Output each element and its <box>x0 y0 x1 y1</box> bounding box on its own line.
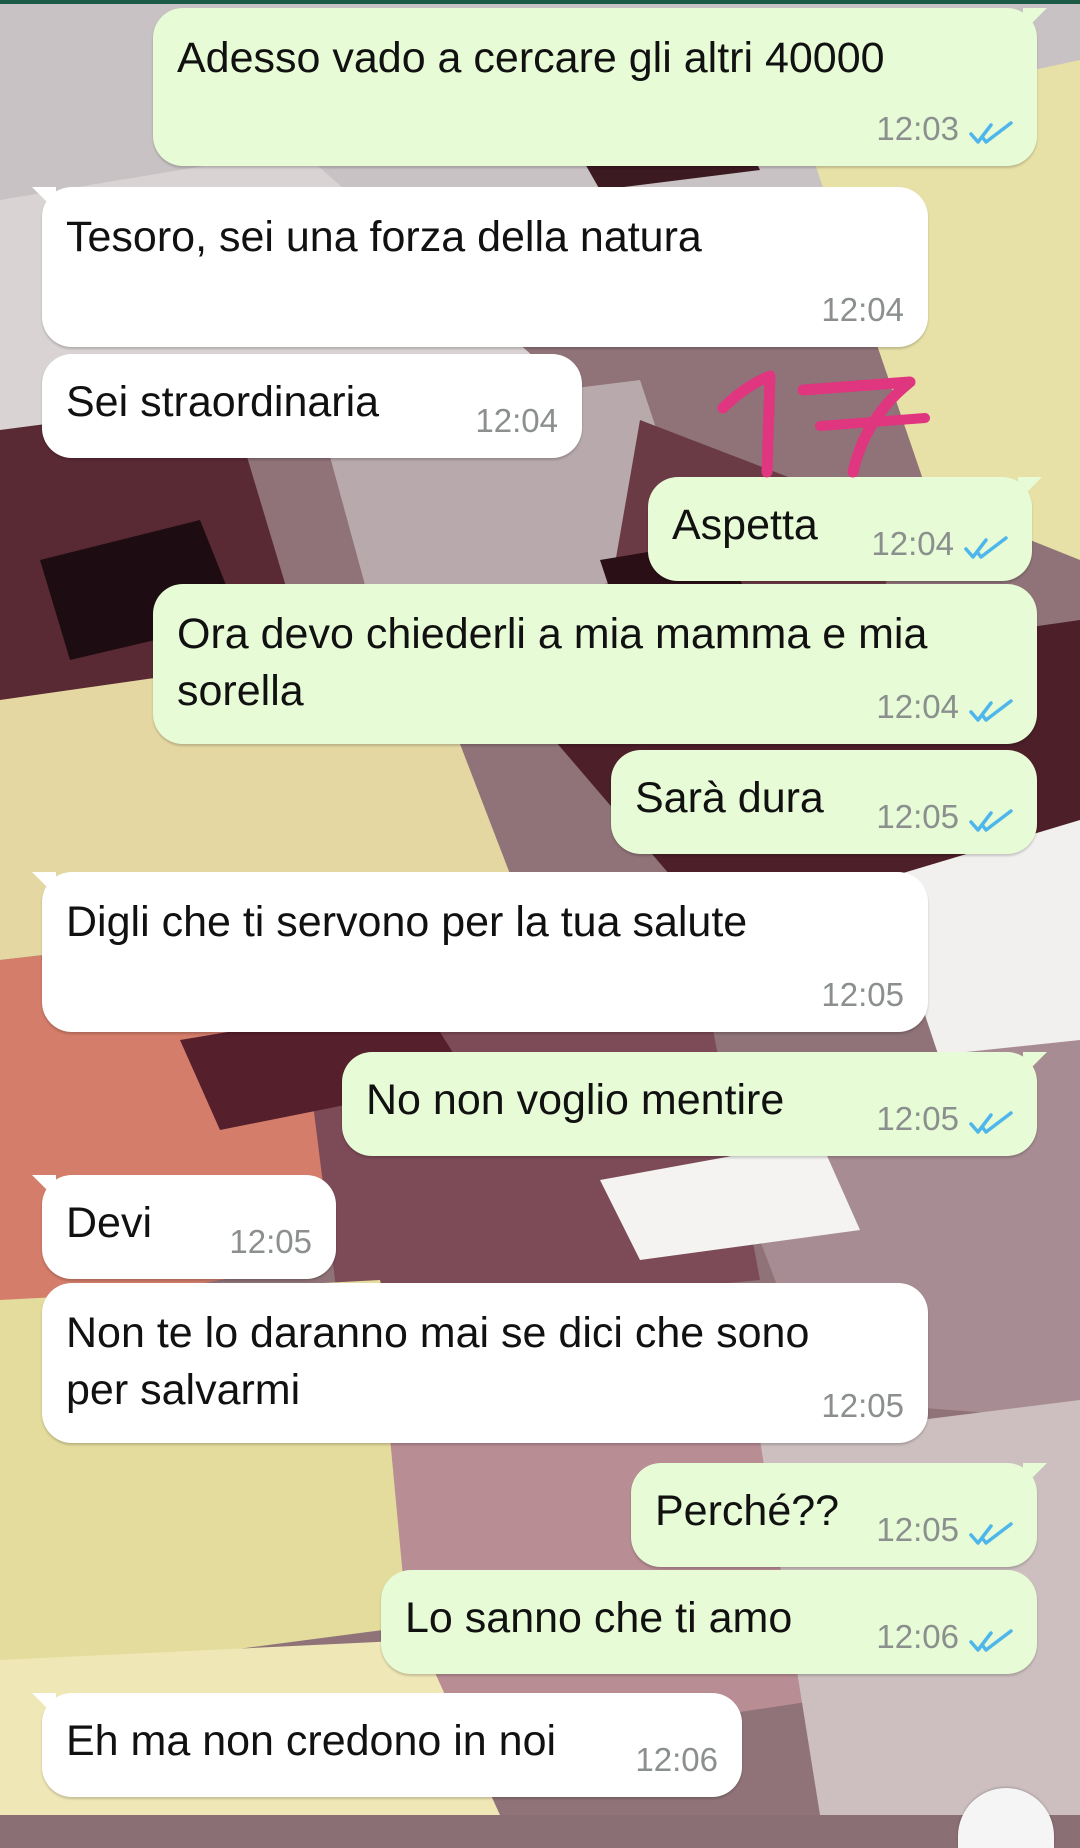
double-check-icon <box>964 531 1008 559</box>
outgoing-message[interactable]: Ora devo chiederli a mia mamma e mia sor… <box>153 584 1037 744</box>
message-meta: 12:04 <box>475 402 558 440</box>
message-meta: 12:05 <box>876 1511 1013 1549</box>
outgoing-message[interactable]: Adesso vado a cercare gli altri 40000 12:… <box>153 8 1037 166</box>
message-timestamp: 12:04 <box>475 402 558 439</box>
incoming-message[interactable]: Digli che ti servono per la tua salute 12… <box>42 872 928 1032</box>
message-text: Adesso vado a cercare gli altri 40000 <box>177 34 885 82</box>
message-meta: 12:04 <box>821 291 904 329</box>
message-timestamp: 12:06 <box>635 1741 718 1778</box>
outgoing-message[interactable]: Lo sanno che ti amo 12:06 <box>381 1570 1037 1674</box>
message-meta: 12:05 <box>821 1387 904 1425</box>
outgoing-message[interactable]: Perché?? 12:05 <box>631 1463 1037 1567</box>
message-timestamp: 12:04 <box>821 291 904 328</box>
message-meta: 12:03 <box>876 110 1013 148</box>
message-timestamp: 12:05 <box>876 798 959 835</box>
double-check-icon <box>969 116 1013 144</box>
double-check-icon <box>969 804 1013 832</box>
message-text: Non te lo daranno mai se dici che sono p… <box>66 1309 810 1414</box>
message-timestamp: 12:05 <box>876 1100 959 1137</box>
message-timestamp: 12:05 <box>229 1223 312 1260</box>
message-timestamp: 12:04 <box>871 525 954 562</box>
status-bar-edge <box>0 0 1080 4</box>
message-text: Digli che ti servono per la tua salute <box>66 898 748 946</box>
message-meta: 12:05 <box>821 976 904 1014</box>
message-timestamp: 12:04 <box>876 688 959 725</box>
incoming-message[interactable]: Tesoro, sei una forza della natura 12:04 <box>42 187 928 347</box>
outgoing-message[interactable]: Sarà dura 12:05 <box>611 750 1037 854</box>
double-check-icon <box>969 694 1013 722</box>
message-meta: 12:05 <box>229 1223 312 1261</box>
message-meta: 12:06 <box>635 1741 718 1779</box>
outgoing-message[interactable]: No non voglio mentire 12:05 <box>342 1052 1037 1156</box>
handwritten-annotation <box>717 370 930 478</box>
double-check-icon <box>969 1624 1013 1652</box>
message-text: Tesoro, sei una forza della natura <box>66 213 702 261</box>
message-meta: 12:06 <box>876 1618 1013 1656</box>
incoming-message[interactable]: Sei straordinaria 12:04 <box>42 354 582 458</box>
message-timestamp: 12:06 <box>876 1618 959 1655</box>
message-timestamp: 12:05 <box>876 1511 959 1548</box>
double-check-icon <box>969 1517 1013 1545</box>
message-meta: 12:04 <box>876 688 1013 726</box>
outgoing-message[interactable]: Aspetta 12:04 <box>648 477 1032 581</box>
incoming-message[interactable]: Devi 12:05 <box>42 1175 336 1279</box>
message-meta: 12:05 <box>876 798 1013 836</box>
message-text: Eh ma non credono in noi <box>66 1717 557 1765</box>
message-meta: 12:04 <box>871 525 1008 563</box>
message-meta: 12:05 <box>876 1100 1013 1138</box>
incoming-message[interactable]: Non te lo daranno mai se dici che sono p… <box>42 1283 928 1443</box>
message-timestamp: 12:05 <box>821 976 904 1013</box>
message-timestamp: 12:05 <box>821 1387 904 1424</box>
message-timestamp: 12:03 <box>876 110 959 147</box>
double-check-icon <box>969 1106 1013 1134</box>
incoming-message[interactable]: Eh ma non credono in noi 12:06 <box>42 1693 742 1797</box>
